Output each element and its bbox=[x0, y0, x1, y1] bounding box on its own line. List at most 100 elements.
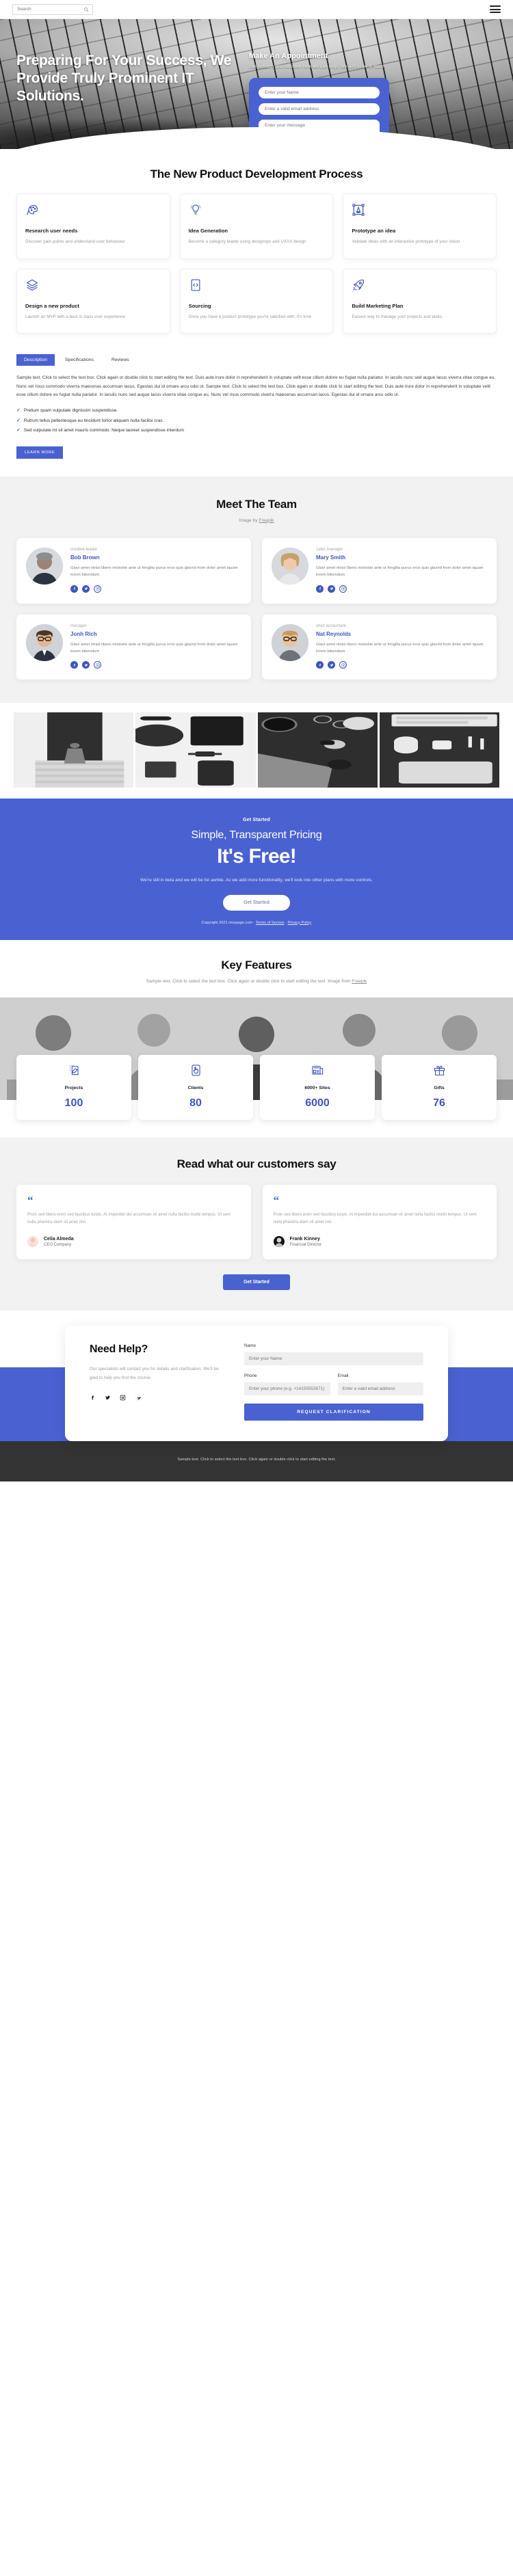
gallery-image-man-on-stairs[interactable] bbox=[14, 712, 134, 788]
instagram-icon[interactable] bbox=[94, 661, 101, 669]
process-card-text: Launch an MVP with a best in class user … bbox=[25, 314, 125, 319]
team-member-card[interactable]: creative leader Bob Brown Glavi amet rit… bbox=[16, 537, 251, 604]
team-credit-prefix: Image by bbox=[239, 518, 259, 523]
help-phone-input[interactable] bbox=[244, 1382, 330, 1396]
facebook-icon[interactable] bbox=[70, 661, 78, 669]
team-credit: Image by Freepik bbox=[16, 517, 497, 524]
member-bio: Glavi amet ritnisl libero molestie ante … bbox=[316, 642, 484, 654]
help-email-label: Email bbox=[337, 1373, 349, 1379]
hero-email-input[interactable] bbox=[259, 103, 380, 115]
stat-label: Gifts bbox=[434, 1086, 445, 1091]
request-clarification-button[interactable]: REQUEST CLARIFICATION bbox=[244, 1404, 423, 1421]
appointment-title: Make An Appointment bbox=[249, 52, 328, 60]
freepik-link[interactable]: Freepik bbox=[259, 518, 274, 523]
member-socials bbox=[316, 661, 487, 669]
search-box[interactable] bbox=[12, 3, 93, 15]
gallery-image-person-at-desk[interactable] bbox=[257, 712, 378, 788]
features-title: Key Features bbox=[221, 958, 292, 971]
help-email-field: Email bbox=[337, 1373, 423, 1396]
team-member-card[interactable]: chief accountant Nat Reynolds Glavi amet… bbox=[262, 614, 497, 680]
facebook-icon[interactable] bbox=[70, 585, 78, 593]
process-card[interactable]: Research user needs Discover pain points… bbox=[16, 193, 170, 259]
process-card[interactable]: Design a new product Launch an MVP with … bbox=[16, 268, 170, 334]
features-subtitle: Sample text. Click to select the text bo… bbox=[0, 978, 513, 985]
team-member-card[interactable]: sales manager Mary Smith Glavi amet ritn… bbox=[262, 537, 497, 604]
team-section: Meet The Team Image by Freepik creative … bbox=[0, 476, 513, 703]
privacy-policy-link[interactable]: Privacy Policy bbox=[288, 921, 312, 925]
process-card-text: Discover pain points and understand user… bbox=[25, 239, 125, 245]
twitter-icon[interactable] bbox=[82, 585, 90, 593]
help-card: Need Help? Our specialists will contact … bbox=[65, 1326, 448, 1442]
author-title: Financial Director bbox=[289, 1242, 322, 1247]
instagram-icon[interactable] bbox=[94, 585, 101, 593]
search-icon[interactable] bbox=[83, 7, 89, 12]
testimonials-title: Read what our customers say bbox=[176, 1157, 337, 1171]
description-section: Description Specifications Reviews Sampl… bbox=[0, 351, 513, 477]
search-input[interactable] bbox=[17, 7, 88, 12]
instagram-icon[interactable] bbox=[339, 585, 347, 593]
process-card-title: Build Marketing Plan bbox=[352, 302, 404, 309]
site-footer: Sample text. Click to select the text bo… bbox=[0, 1441, 513, 1481]
list-item: ✓ Sed vulputate mi sit amet mauris commod… bbox=[16, 427, 497, 435]
stat-value: 100 bbox=[64, 1097, 83, 1110]
process-card[interactable]: Idea Generation Become a category leader… bbox=[179, 193, 334, 259]
avatar bbox=[273, 1236, 285, 1248]
gallery-image-desk-flatlay[interactable] bbox=[135, 712, 256, 788]
instagram-icon[interactable] bbox=[120, 1395, 126, 1401]
team-member-card[interactable]: manager Jonh Rich Glavi amet ritnisl lib… bbox=[16, 614, 251, 680]
gift-icon bbox=[434, 1066, 445, 1076]
member-name: Mary Smith bbox=[316, 554, 346, 561]
avatar bbox=[26, 623, 63, 661]
twitter-icon[interactable] bbox=[328, 585, 335, 593]
stat-card[interactable]: 6000+ Sites 6000 bbox=[260, 1055, 375, 1121]
help-email-input[interactable] bbox=[337, 1382, 423, 1396]
freepik-link[interactable]: Freepik bbox=[352, 979, 367, 984]
hamburger-menu-icon[interactable] bbox=[490, 5, 501, 13]
pricing-text: We're still in beta and we will be for a… bbox=[140, 878, 373, 883]
help-name-input[interactable] bbox=[244, 1352, 423, 1366]
testimonials-get-started-button[interactable]: Get Started bbox=[223, 1274, 290, 1291]
twitter-icon[interactable] bbox=[82, 661, 90, 669]
features-subtitle-text: Sample text. Click to select the text bo… bbox=[146, 978, 352, 984]
code-icon bbox=[191, 279, 200, 291]
tab-specifications[interactable]: Specifications bbox=[57, 354, 101, 366]
stat-value: 80 bbox=[189, 1097, 202, 1110]
stat-card[interactable]: Gifts 76 bbox=[382, 1055, 497, 1121]
bullet-text: Sed vulputate mi sit amet mauris commodo… bbox=[23, 428, 184, 433]
author-title: CEO Company bbox=[44, 1242, 72, 1247]
hero-name-input[interactable] bbox=[259, 86, 380, 98]
description-paragraph: Sample text. Click to select the text bo… bbox=[16, 375, 496, 398]
member-name: Jonh Rich bbox=[70, 630, 97, 637]
pricing-heading: Simple, Transparent Pricing bbox=[191, 829, 322, 842]
process-card[interactable]: Prototype an idea Validate ideas with an… bbox=[343, 193, 497, 259]
stat-card[interactable]: Projects 100 bbox=[16, 1055, 131, 1121]
twitter-icon[interactable] bbox=[328, 661, 335, 669]
testimonial-card[interactable]: “ Proin sed libero enim sed faucibus tur… bbox=[16, 1185, 251, 1260]
member-bio: Glavi amet ritnisl libero molestie ante … bbox=[70, 642, 238, 654]
learn-more-button[interactable]: LEARN MORE bbox=[16, 446, 64, 459]
process-card[interactable]: Sourcing Once you have a product prototy… bbox=[179, 268, 334, 334]
process-title: The New Product Development Process bbox=[150, 167, 363, 180]
facebook-icon[interactable] bbox=[316, 585, 324, 593]
twitter-icon[interactable] bbox=[105, 1395, 111, 1401]
pricing-get-started-button[interactable]: Get Started bbox=[223, 894, 290, 911]
facebook-icon[interactable] bbox=[316, 661, 324, 669]
google-plus-icon[interactable] bbox=[135, 1395, 141, 1401]
testimonial-card[interactable]: “ Proin sed libero enim sed faucibus tur… bbox=[262, 1185, 497, 1260]
tab-reviews[interactable]: Reviews bbox=[104, 354, 137, 366]
facebook-icon[interactable] bbox=[90, 1395, 96, 1401]
hero-section: Preparing For Your Success, We Provide T… bbox=[0, 19, 513, 149]
help-phone-email-row: Phone Email bbox=[244, 1373, 423, 1404]
tab-description[interactable]: Description bbox=[16, 354, 55, 366]
instagram-icon[interactable] bbox=[339, 661, 347, 669]
member-socials bbox=[70, 661, 241, 669]
copyright-text: Copyright 2021 nicepage.com · bbox=[201, 920, 256, 925]
terms-of-service-link[interactable]: Terms of Service bbox=[256, 921, 285, 925]
process-card[interactable]: Build Marketing Plan Easiest way to mana… bbox=[343, 268, 497, 334]
team-title: Meet The Team bbox=[216, 497, 297, 511]
process-card-title: Design a new product bbox=[25, 302, 79, 309]
process-section: The New Product Development Process Rese… bbox=[0, 149, 513, 351]
help-phone-field: Phone bbox=[244, 1373, 330, 1396]
gallery-image-apple-devices[interactable] bbox=[379, 712, 499, 788]
stat-card[interactable]: Clients 80 bbox=[138, 1055, 253, 1121]
